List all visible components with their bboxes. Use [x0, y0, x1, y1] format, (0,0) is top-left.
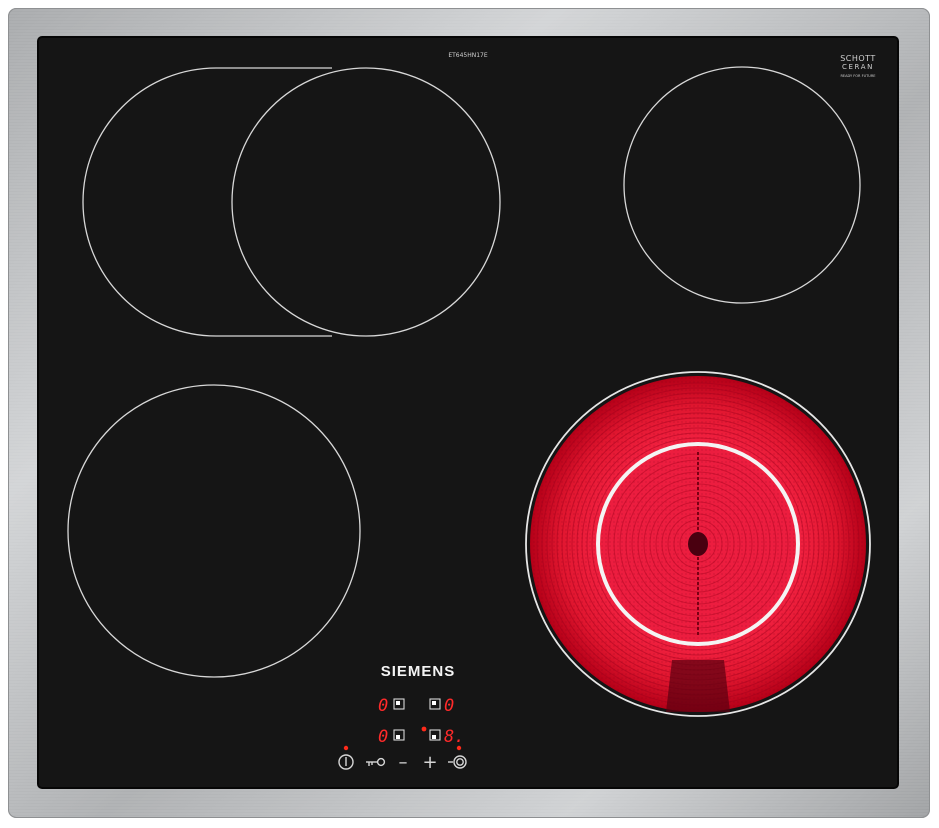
- cooktop: ET645HN17E SCHOTT CERAN READY FOR FUTURE…: [8, 8, 930, 818]
- brand-logo: SIEMENS: [381, 663, 456, 680]
- minus-icon: –: [399, 752, 408, 773]
- schott-ceran-logo: SCHOTT CERAN READY FOR FUTURE: [840, 54, 876, 78]
- model-label: ET645HN17E: [448, 52, 488, 59]
- svg-text:CERAN: CERAN: [842, 63, 874, 71]
- svg-text:0: 0: [378, 696, 388, 716]
- coil-terminal-gap: [666, 660, 730, 712]
- svg-text:8.: 8.: [444, 727, 464, 747]
- plus-button[interactable]: +: [422, 752, 437, 773]
- plus-icon: +: [422, 752, 437, 773]
- zone-active-led: [421, 726, 427, 732]
- minus-button[interactable]: –: [399, 752, 408, 773]
- svg-text:SCHOTT: SCHOTT: [840, 54, 876, 63]
- svg-text:0: 0: [444, 696, 454, 716]
- svg-text:0: 0: [378, 727, 388, 747]
- svg-text:READY FOR FUTURE: READY FOR FUTURE: [840, 74, 875, 78]
